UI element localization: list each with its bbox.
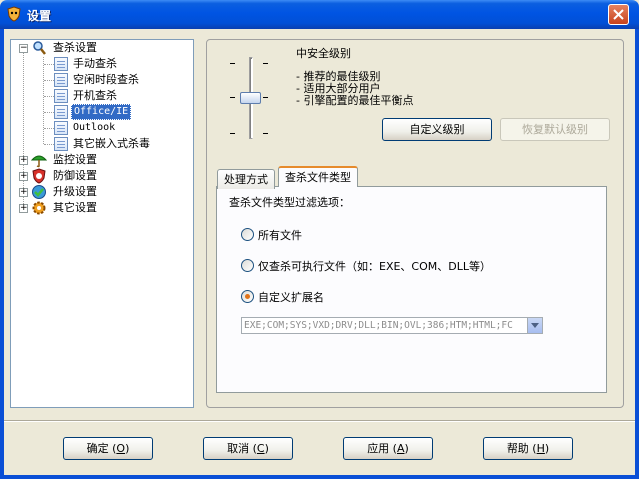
expand-icon[interactable]: +: [19, 156, 28, 165]
ok-button[interactable]: 确定 (O): [63, 437, 153, 460]
umbrella-icon: [31, 155, 47, 168]
tree-item-label: Outlook: [73, 122, 116, 133]
tree-item-idle-scan[interactable]: 空闲时段查杀: [11, 72, 193, 88]
tab-handling-method[interactable]: 处理方式: [217, 169, 275, 189]
help-button[interactable]: 帮助 (H): [483, 437, 573, 460]
restore-default-level-button[interactable]: 恢复默认级别: [500, 118, 610, 141]
app-shield-icon: [6, 6, 22, 22]
radio-custom-extensions[interactable]: [241, 290, 254, 303]
extensions-combobox[interactable]: EXE;COM;SYS;VXD;DRV;DLL;BIN;OVL;386;HTM;…: [241, 317, 543, 334]
expand-icon[interactable]: +: [19, 188, 28, 197]
gear-icon: [32, 201, 46, 215]
security-level-slider-thumb[interactable]: [240, 92, 261, 104]
page-icon: [54, 57, 68, 71]
close-button[interactable]: [608, 4, 629, 25]
close-icon: [613, 9, 624, 20]
tree-item-label: 查杀设置: [53, 41, 97, 54]
expand-icon[interactable]: +: [19, 204, 28, 213]
slider-tick: [263, 63, 268, 64]
cancel-button[interactable]: 取消 (C): [203, 437, 293, 460]
tree-item-embedded-scan[interactable]: 其它嵌入式杀毒: [11, 136, 193, 152]
page-icon: [54, 105, 68, 119]
tree-item-label: 开机查杀: [73, 89, 117, 102]
slider-tick: [230, 97, 235, 98]
security-bullet: - 引擎配置的最佳平衡点: [296, 94, 414, 107]
expand-icon[interactable]: +: [19, 172, 28, 181]
extensions-dropdown-button[interactable]: [527, 318, 542, 333]
title-bar[interactable]: [0, 0, 639, 29]
tree-item-outlook[interactable]: Outlook: [11, 120, 193, 136]
tree-item-office-ie[interactable]: Office/IE: [11, 104, 193, 120]
chevron-down-icon: [531, 323, 539, 328]
window-title: 设置: [27, 9, 52, 23]
radio-label[interactable]: 所有文件: [258, 227, 302, 243]
slider-tick: [230, 63, 235, 64]
page-icon: [54, 121, 68, 135]
tree-item-label-selected: Office/IE: [71, 104, 132, 120]
radio-label[interactable]: 仅查杀可执行文件（如：EXE、COM、DLL等）: [258, 258, 491, 274]
tree-item-label: 防御设置: [53, 169, 97, 182]
window-frame-right: [635, 29, 639, 479]
apply-button[interactable]: 应用 (A): [343, 437, 433, 460]
radio-label[interactable]: 自定义扩展名: [258, 289, 324, 305]
custom-level-button[interactable]: 自定义级别: [382, 118, 492, 141]
tree-item-monitor-settings[interactable]: + 监控设置: [11, 152, 193, 168]
tree-item-label: 其它嵌入式杀毒: [73, 137, 150, 150]
settings-tree[interactable]: − 查杀设置 手动查杀 空闲时段查杀 开机查杀 Office/IE Outloo…: [10, 39, 194, 408]
security-level-title: 中安全级别: [296, 47, 351, 60]
tree-item-scan-settings[interactable]: − 查杀设置: [11, 40, 193, 56]
radio-executables-only[interactable]: [241, 259, 254, 272]
upgrade-globe-icon: [32, 185, 46, 199]
collapse-icon[interactable]: −: [19, 44, 28, 53]
tree-item-label: 空闲时段查杀: [73, 73, 139, 86]
tree-item-upgrade-settings[interactable]: + 升级设置: [11, 184, 193, 200]
footer-separator: [4, 420, 635, 422]
defense-shield-icon: [32, 168, 46, 184]
tree-item-manual-scan[interactable]: 手动查杀: [11, 56, 193, 72]
slider-tick: [230, 133, 235, 134]
filter-heading: 查杀文件类型过滤选项：: [229, 196, 350, 209]
window-frame-bottom: [0, 475, 639, 479]
slider-tick: [263, 97, 268, 98]
tree-item-label: 升级设置: [53, 185, 97, 198]
tree-item-label: 手动查杀: [73, 57, 117, 70]
tree-item-defense-settings[interactable]: + 防御设置: [11, 168, 193, 184]
page-icon: [54, 89, 68, 103]
radio-all-files[interactable]: [241, 228, 254, 241]
page-icon: [54, 137, 68, 151]
page-icon: [54, 73, 68, 87]
tree-item-label: 监控设置: [53, 153, 97, 166]
tree-item-boot-scan[interactable]: 开机查杀: [11, 88, 193, 104]
slider-tick: [263, 133, 268, 134]
tree-item-label: 其它设置: [53, 201, 97, 214]
tree-item-other-settings[interactable]: + 其它设置: [11, 200, 193, 216]
tab-scan-file-types[interactable]: 查杀文件类型: [278, 166, 358, 187]
scan-magnifier-icon: [33, 41, 46, 55]
